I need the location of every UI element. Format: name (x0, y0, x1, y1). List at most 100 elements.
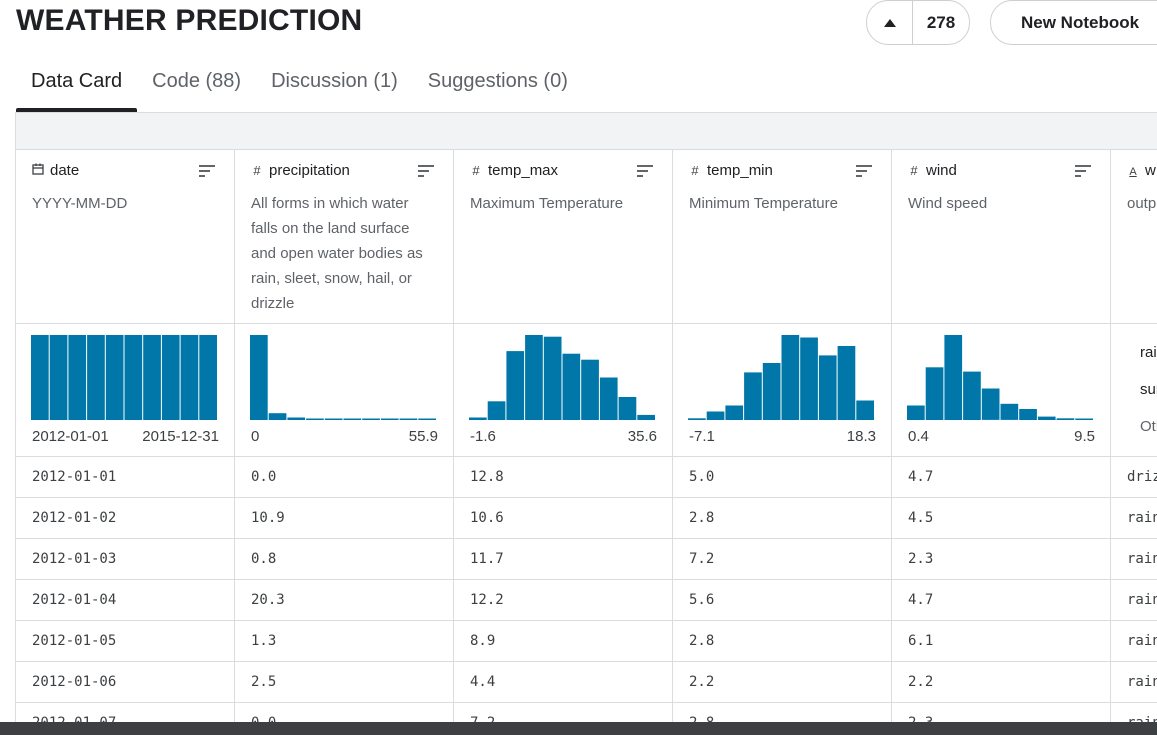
histogram-bar[interactable] (306, 418, 324, 421)
histogram-bar[interactable] (800, 337, 818, 421)
histogram-min-label: 2012-01-01 (32, 428, 109, 445)
histogram-bar[interactable] (343, 418, 362, 421)
column-name[interactable]: date (32, 162, 218, 179)
table-cell: 2.8 (673, 498, 891, 539)
column-name[interactable]: # temp_max (470, 162, 656, 179)
table-cell: 10.6 (454, 498, 672, 539)
category-list: rain sun Othe (1126, 324, 1157, 435)
histogram-bar[interactable] (487, 401, 506, 420)
histogram-bar[interactable] (1037, 416, 1056, 420)
histogram-bar[interactable] (1019, 409, 1037, 420)
histogram-bar[interactable] (688, 418, 706, 420)
tab-data-card[interactable]: Data Card (16, 56, 138, 112)
sort-icon[interactable] (198, 164, 216, 178)
table-cell: 7.2 (673, 539, 891, 580)
histogram-bar[interactable] (161, 335, 180, 420)
tab-discussion[interactable]: Discussion (1) (256, 56, 413, 112)
column-precipitation: # precipitation All forms in which water f… (235, 150, 454, 735)
column-header: # precipitation All forms in which water f… (235, 150, 453, 324)
column-name[interactable]: # precipitation (251, 162, 437, 179)
histogram-bar[interactable] (506, 351, 525, 420)
sort-icon[interactable] (1074, 164, 1092, 178)
table-cell: 2012-01-01 (16, 457, 234, 498)
column-name[interactable]: Aw (1127, 162, 1157, 179)
histogram-bar[interactable] (618, 397, 637, 420)
upvote-control[interactable]: 278 (866, 0, 970, 45)
histogram-bar[interactable] (418, 418, 436, 421)
caret-up-icon (883, 18, 896, 27)
histogram-bar[interactable] (180, 335, 199, 420)
histogram-bar[interactable] (706, 411, 725, 421)
histogram-bar[interactable] (856, 400, 874, 421)
tab-bar: Data Card Code (88) Discussion (1) Sugge… (16, 56, 583, 112)
histogram-bar[interactable] (744, 372, 762, 420)
histogram (469, 335, 655, 421)
histogram-bar[interactable] (250, 335, 268, 420)
histogram (250, 335, 436, 421)
sort-icon[interactable] (417, 164, 435, 178)
histogram-bar[interactable] (362, 418, 380, 421)
histogram (31, 335, 217, 420)
tab-code[interactable]: Code (88) (137, 56, 256, 112)
histogram-bar[interactable] (87, 335, 105, 420)
table-cell: 5.0 (673, 457, 891, 498)
histogram-bar[interactable] (925, 367, 944, 420)
histogram-bar[interactable] (1056, 418, 1075, 420)
histogram-bar[interactable] (818, 355, 837, 420)
histogram-bar[interactable] (143, 335, 161, 420)
table-cell: 2012-01-03 (16, 539, 234, 580)
table-cell: 8.9 (454, 621, 672, 662)
histogram-bar[interactable] (68, 335, 87, 420)
histogram-bar[interactable] (1000, 403, 1019, 420)
histogram-max-label: 18.3 (846, 428, 876, 445)
histogram-bar[interactable] (562, 353, 581, 420)
column-name[interactable]: # wind (908, 162, 1094, 179)
histogram-bar[interactable] (725, 405, 744, 421)
column-summary: 0 55.9 (235, 324, 453, 457)
histogram-bar[interactable] (31, 335, 49, 420)
histogram-bar[interactable] (944, 335, 963, 420)
sort-icon[interactable] (636, 164, 654, 178)
histogram-bar[interactable] (49, 335, 68, 420)
calendar-icon (32, 163, 44, 178)
histogram-bar[interactable] (399, 418, 418, 421)
column-header: # temp_max Maximum Temperature (454, 150, 672, 324)
column-description: Minimum Temperature (689, 195, 838, 212)
column-summary: -7.1 18.3 (673, 324, 891, 457)
column-summary: -1.6 35.6 (454, 324, 672, 457)
histogram-bar[interactable] (124, 335, 143, 420)
histogram-bar[interactable] (907, 405, 925, 421)
histogram-bar[interactable] (762, 363, 781, 420)
table-cell: 10.9 (235, 498, 453, 539)
histogram-bar[interactable] (287, 417, 306, 421)
column-name[interactable]: # temp_min (689, 162, 875, 179)
table-cell: 2.3 (892, 539, 1110, 580)
histogram-bar[interactable] (1075, 418, 1093, 421)
hash-icon: # (691, 163, 699, 178)
histogram (907, 335, 1093, 421)
histogram-bar[interactable] (963, 371, 981, 420)
table-cell: 2012-01-02 (16, 498, 234, 539)
histogram-bar[interactable] (199, 335, 217, 420)
histogram-bar[interactable] (599, 377, 618, 421)
histogram-bar[interactable] (837, 346, 856, 420)
histogram-bar[interactable] (105, 335, 124, 420)
sort-icon[interactable] (855, 164, 873, 178)
page-title: WEATHER PREDICTION (16, 4, 363, 37)
column-description: All forms in which water falls on the la… (251, 195, 423, 312)
histogram-bar[interactable] (781, 335, 800, 420)
histogram-bar[interactable] (981, 388, 1000, 420)
histogram-bar[interactable] (581, 359, 599, 420)
histogram-bar[interactable] (525, 335, 543, 420)
column-description: outp (1127, 195, 1157, 212)
upvote-button[interactable] (867, 1, 913, 44)
tab-suggestions[interactable]: Suggestions (0) (413, 56, 583, 112)
histogram-bar[interactable] (268, 413, 287, 420)
histogram-bar[interactable] (637, 414, 655, 420)
histogram-bar[interactable] (380, 418, 399, 421)
new-notebook-button[interactable]: New Notebook (990, 0, 1157, 45)
histogram-bar[interactable] (324, 418, 343, 421)
histogram-bar[interactable] (543, 336, 562, 420)
histogram-bar[interactable] (469, 417, 487, 421)
horizontal-scrollbar[interactable] (0, 722, 1157, 735)
